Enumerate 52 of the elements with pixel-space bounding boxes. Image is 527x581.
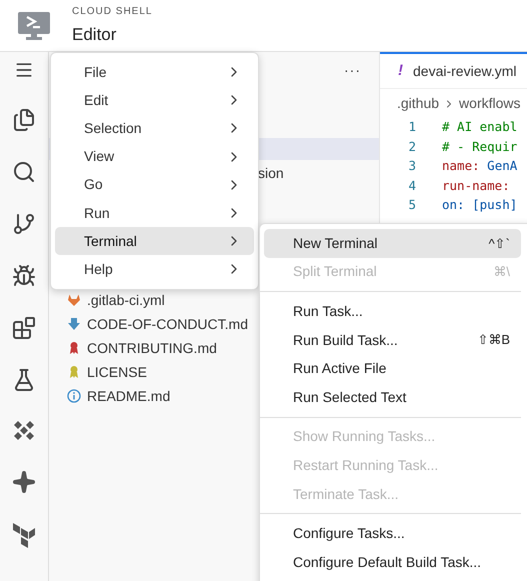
terminal-monitor-icon bbox=[17, 10, 51, 40]
line-number: 5 bbox=[407, 196, 416, 214]
code-line: name: GenA bbox=[442, 157, 518, 176]
search-icon[interactable] bbox=[12, 160, 36, 184]
menu-item[interactable]: View bbox=[55, 142, 254, 171]
submenu-item[interactable]: New Terminal ^⇧` bbox=[264, 229, 521, 258]
files-icon[interactable] bbox=[12, 108, 36, 132]
menu-item[interactable]: Edit bbox=[55, 86, 254, 114]
code-line: # AI enabl bbox=[442, 118, 518, 136]
ribbon-icon bbox=[67, 365, 81, 379]
menu-item[interactable]: File bbox=[55, 58, 254, 86]
code-line: run-name: bbox=[442, 176, 510, 195]
more-actions-button[interactable]: ··· bbox=[344, 60, 361, 80]
file-name[interactable]: .gitlab-ci.yml bbox=[87, 290, 165, 310]
sparkle-icon[interactable] bbox=[12, 470, 36, 494]
file-name[interactable]: CONTRIBUTING.md bbox=[87, 338, 217, 358]
menu-item[interactable]: Go bbox=[55, 170, 254, 199]
info-icon bbox=[67, 389, 81, 403]
file-name[interactable]: LICENSE bbox=[87, 362, 147, 382]
flask-icon[interactable] bbox=[12, 368, 36, 392]
line-number: 4 bbox=[407, 176, 416, 195]
branch-icon[interactable] bbox=[12, 212, 36, 236]
submenu-item[interactable]: Run Selected Text bbox=[264, 382, 521, 412]
ribbon-icon bbox=[67, 341, 81, 355]
product-label: CLOUD SHELL bbox=[72, 4, 152, 19]
submenu-item[interactable]: Run Task... bbox=[264, 297, 521, 326]
line-number: 2 bbox=[407, 138, 416, 156]
breadcrumb-item[interactable]: workflows bbox=[459, 93, 521, 114]
blocks-icon[interactable] bbox=[12, 316, 36, 340]
file-name[interactable]: README.md bbox=[87, 386, 170, 406]
app-title: Editor bbox=[72, 24, 118, 46]
menu-item[interactable]: Help bbox=[55, 255, 254, 284]
code-line: on: [push] bbox=[442, 196, 518, 214]
line-number: 3 bbox=[407, 157, 416, 176]
line-number: 1 bbox=[407, 118, 416, 136]
tab-file-icon: ! bbox=[398, 60, 403, 82]
cubes-icon[interactable] bbox=[12, 522, 36, 548]
submenu-item[interactable]: Configure Default Build Task... bbox=[264, 548, 521, 577]
file-name[interactable]: sion bbox=[258, 162, 284, 184]
tab-label: devai-review.yml bbox=[413, 62, 516, 81]
menu-item[interactable]: Selection bbox=[55, 114, 254, 143]
menu-item[interactable]: Terminal bbox=[55, 227, 254, 256]
breadcrumb-item[interactable]: .github bbox=[397, 93, 440, 114]
file-name[interactable]: CODE-OF-CONDUCT.md bbox=[87, 314, 248, 334]
submenu-item[interactable]: Configure Tasks... bbox=[264, 519, 521, 548]
fox-icon bbox=[67, 293, 81, 307]
submenu-item[interactable]: Run Active File bbox=[264, 354, 521, 383]
bug-icon[interactable] bbox=[12, 264, 36, 288]
code-line: # - Requir bbox=[442, 138, 518, 156]
menu-item[interactable]: Run bbox=[55, 198, 254, 228]
arrow-down-icon bbox=[67, 317, 81, 331]
submenu-item[interactable]: Run Build Task... ⇧⌘B bbox=[264, 326, 521, 354]
